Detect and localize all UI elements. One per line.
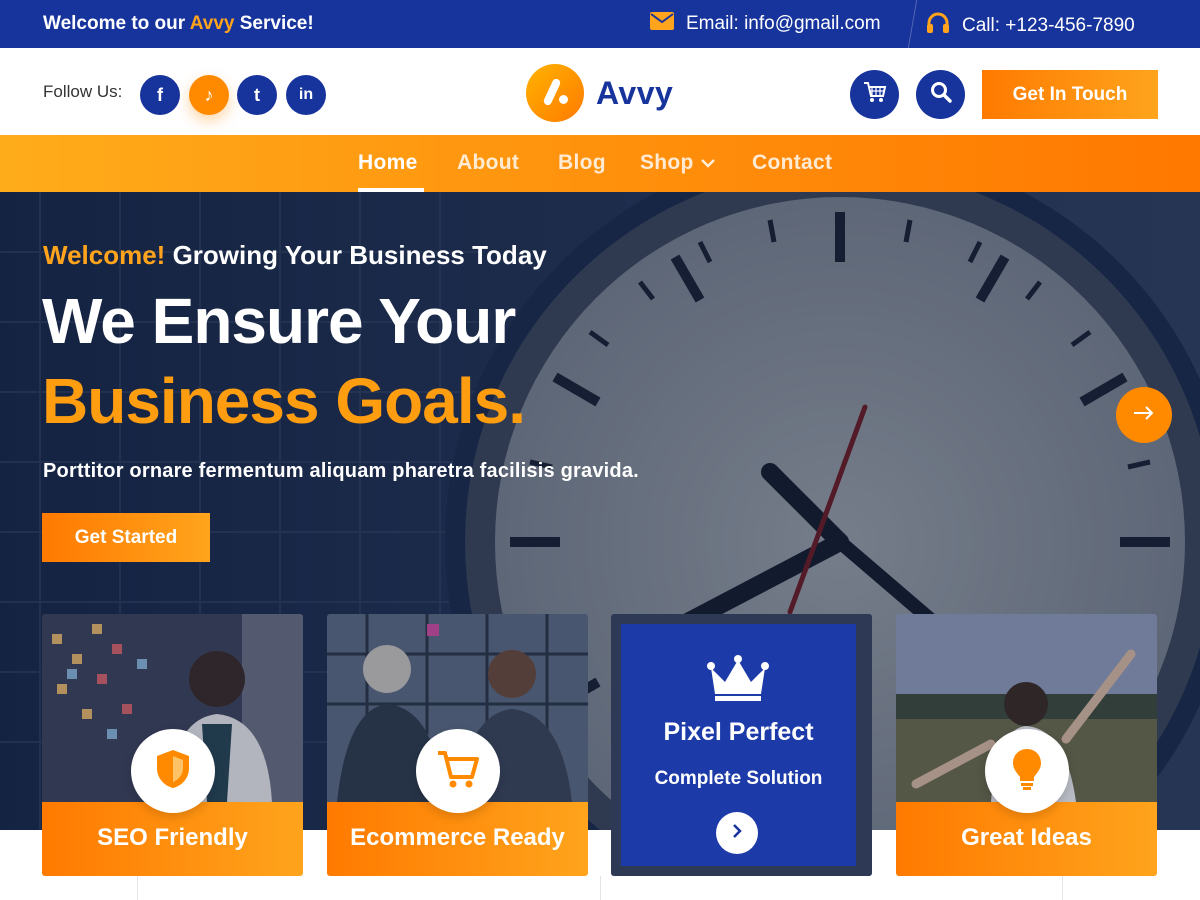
feature-title: Great Ideas <box>961 824 1092 851</box>
lightbulb-icon <box>1011 747 1043 796</box>
cart-icon <box>863 81 887 108</box>
search-button[interactable] <box>916 70 965 119</box>
feature-title: Pixel Perfect <box>663 718 814 746</box>
logo-mark-icon <box>526 64 584 122</box>
chevron-down-icon <box>700 151 716 174</box>
section-dividers <box>0 876 1200 900</box>
feature-badge <box>131 729 215 813</box>
feature-card-seo[interactable]: SEO Friendly <box>42 614 303 876</box>
get-started-button[interactable]: Get Started <box>42 513 210 562</box>
logo-text: Avvy <box>596 74 674 111</box>
feature-more-button[interactable] <box>716 812 758 854</box>
hero-title-line-2: Business Goals. <box>42 365 526 437</box>
chevron-right-icon <box>731 823 743 844</box>
welcome-brand: Avvy <box>189 13 235 34</box>
divider-line <box>137 876 138 900</box>
feature-title: SEO Friendly <box>97 824 248 851</box>
divider-line <box>1062 876 1063 900</box>
arrow-right-icon <box>1133 405 1155 426</box>
email-link[interactable]: Email: info@gmail.com <box>650 12 881 36</box>
site-logo[interactable]: Avvy <box>526 64 673 122</box>
hero-subheading: Welcome! Growing Your Business Today <box>43 240 547 270</box>
main-nav: Home About Blog Shop Contact <box>0 135 1200 192</box>
facebook-icon[interactable]: f <box>140 75 180 115</box>
feature-card-ecommerce[interactable]: Ecommerce Ready <box>327 614 588 876</box>
nav-item-home[interactable]: Home <box>358 151 418 175</box>
search-icon <box>930 81 952 108</box>
feature-subtitle: Complete Solution <box>654 768 823 789</box>
feature-badge <box>985 729 1069 813</box>
get-in-touch-button[interactable]: Get In Touch <box>982 70 1158 119</box>
feature-badge <box>416 729 500 813</box>
site-header: Follow Us: f ♪ t in Avvy Get In Touch <box>0 48 1200 135</box>
envelope-icon <box>650 12 674 36</box>
twitter-icon[interactable]: t <box>237 75 277 115</box>
linkedin-icon[interactable]: in <box>286 75 326 115</box>
call-text: Call: +123-456-7890 <box>962 15 1135 36</box>
crown-icon <box>707 654 769 707</box>
hero-title-line-1: We Ensure Your <box>42 285 516 357</box>
email-text: Email: info@gmail.com <box>686 13 881 34</box>
hero-lead: Porttitor ornare fermentum aliquam phare… <box>43 460 639 482</box>
follow-label: Follow Us: <box>43 82 123 101</box>
tiktok-icon[interactable]: ♪ <box>189 75 229 115</box>
call-link[interactable]: Call: +123-456-7890 <box>926 12 1135 40</box>
nav-item-about[interactable]: About <box>457 151 519 175</box>
nav-item-shop[interactable]: Shop <box>640 151 716 175</box>
shield-icon <box>154 748 192 795</box>
cart-button[interactable] <box>850 70 899 119</box>
feature-title: Ecommerce Ready <box>350 824 565 851</box>
cart-icon <box>436 749 480 794</box>
topbar-divider <box>907 0 918 48</box>
nav-item-blog[interactable]: Blog <box>558 151 606 175</box>
welcome-text: Welcome to our Avvy Service! <box>43 13 314 34</box>
top-bar: Welcome to our Avvy Service! Email: info… <box>0 0 1200 48</box>
feature-card-pixel-perfect[interactable]: Pixel Perfect Complete Solution <box>611 614 872 876</box>
nav-item-contact[interactable]: Contact <box>752 151 832 175</box>
feature-card-great-ideas[interactable]: Great Ideas <box>896 614 1157 876</box>
headphones-icon <box>926 12 950 40</box>
slider-next-button[interactable] <box>1116 387 1172 443</box>
divider-line <box>600 876 601 900</box>
